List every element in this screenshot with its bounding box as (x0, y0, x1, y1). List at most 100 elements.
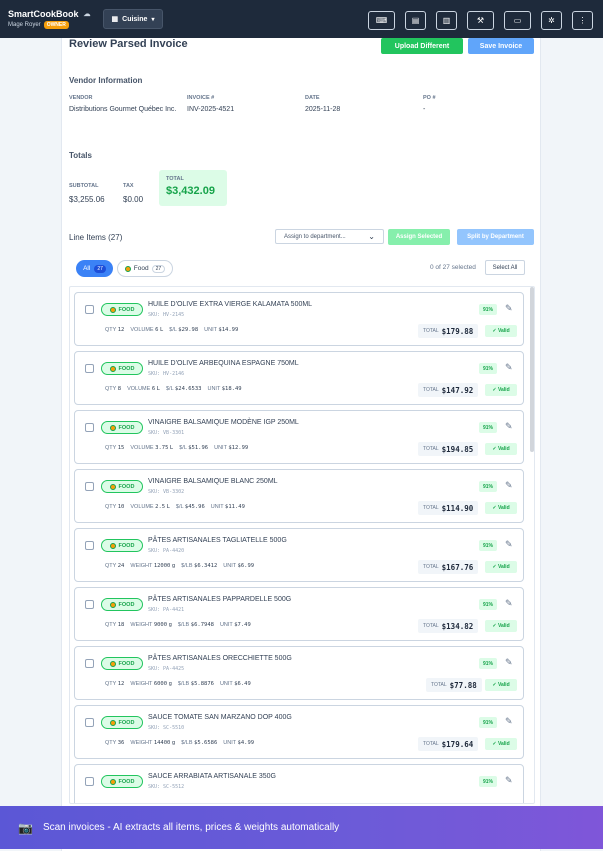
valid-status: ✓ Valid (485, 384, 517, 396)
department-label: Cuisine (122, 15, 148, 23)
assign-department-select[interactable]: Assign to department... ⌄ (275, 229, 384, 244)
item-sku: SKU: VB-3302 (148, 489, 185, 495)
item-meta: QTY 8 VOLUME 6 L $/L $24.6533 UNIT $18.4… (105, 386, 242, 392)
food-icon (109, 660, 116, 667)
food-icon (109, 719, 116, 726)
upload-different-button[interactable]: Upload Different (381, 38, 463, 54)
row-checkbox[interactable] (85, 600, 94, 609)
item-meta: QTY 12 VOLUME 6 L $/L $29.98 UNIT $14.99 (105, 327, 239, 333)
row-checkbox[interactable] (85, 541, 94, 550)
valid-status: ✓ Valid (485, 620, 517, 632)
category-badge[interactable]: FOOD (101, 716, 143, 729)
confidence-badge: 91% (479, 363, 497, 374)
line-total: TOTAL $194.85 (418, 442, 479, 456)
chevron-down-icon: ▾ (151, 16, 155, 23)
line-item-row: FOOD HUILE D'OLIVE ARBEQUINA ESPAGNE 750… (74, 351, 524, 405)
food-icon (109, 778, 116, 785)
food-icon (109, 306, 116, 313)
edit-icon[interactable]: ✎ (505, 716, 513, 727)
row-checkbox[interactable] (85, 364, 94, 373)
row-checkbox[interactable] (85, 305, 94, 314)
confidence-badge: 91% (479, 658, 497, 669)
item-name: VINAIGRE BALSAMIQUE BLANC 250ML (148, 478, 278, 485)
department-switcher[interactable]: ▦ Cuisine ▾ (102, 9, 164, 29)
valid-status: ✓ Valid (485, 325, 517, 337)
edit-icon[interactable]: ✎ (505, 539, 513, 550)
item-name: PÂTES ARTISANALES TAGLIATELLE 500G (148, 537, 287, 544)
vendor-section-label: Vendor Information (69, 76, 143, 85)
filter-food-chip[interactable]: Food 27 (117, 260, 173, 277)
confidence-badge: 91% (479, 422, 497, 433)
category-badge[interactable]: FOOD (101, 657, 143, 670)
assign-selected-button[interactable]: Assign Selected (388, 229, 450, 245)
food-icon (109, 424, 116, 431)
valid-status: ✓ Valid (485, 561, 517, 573)
row-checkbox[interactable] (85, 659, 94, 668)
row-checkbox[interactable] (85, 423, 94, 432)
document-icon[interactable]: ▤ (405, 11, 426, 30)
settings-icon[interactable]: ✲ (541, 11, 562, 30)
row-checkbox[interactable] (85, 718, 94, 727)
valid-status: ✓ Valid (485, 443, 517, 455)
line-total: TOTAL $167.76 (418, 560, 479, 574)
category-badge[interactable]: FOOD (101, 362, 143, 375)
line-item-row: FOOD HUILE D'OLIVE EXTRA VIERGE KALAMATA… (74, 292, 524, 346)
line-item-row: FOOD SAUCE ARRABIATA ARTISANALE 350G SKU… (74, 764, 524, 803)
item-sku: SKU: PA-4425 (148, 666, 185, 672)
vendor-field: VENDOR Distributions Gourmet Québec Inc. (69, 95, 177, 113)
line-item-row: FOOD PÂTES ARTISANALES TAGLIATELLE 500G … (74, 528, 524, 582)
food-icon (124, 265, 131, 272)
category-badge[interactable]: FOOD (101, 421, 143, 434)
category-badge[interactable]: FOOD (101, 775, 143, 788)
category-badge[interactable]: FOOD (101, 480, 143, 493)
line-item-row: FOOD SAUCE TOMATE SAN MARZANO DOP 400G S… (74, 705, 524, 759)
valid-status: ✓ Valid (485, 738, 517, 750)
food-icon (109, 601, 116, 608)
item-sku: SKU: SC-5510 (148, 725, 185, 731)
edit-icon[interactable]: ✎ (505, 303, 513, 314)
row-checkbox[interactable] (85, 777, 94, 786)
role-badge: OWNER (43, 21, 69, 29)
more-menu-icon[interactable]: ⋮ (572, 11, 593, 30)
brand: SmartCookBook ☁ Mage Royer OWNER (8, 9, 91, 29)
food-icon (109, 483, 116, 490)
edit-icon[interactable]: ✎ (505, 598, 513, 609)
item-meta: QTY 36 WEIGHT 14400 g $/LB $5.6586 UNIT … (105, 740, 255, 746)
monitor-icon[interactable]: ▭ (504, 11, 531, 30)
edit-icon[interactable]: ✎ (505, 362, 513, 373)
line-item-row: FOOD PÂTES ARTISANALES PAPPARDELLE 500G … (74, 587, 524, 641)
edit-icon[interactable]: ✎ (505, 480, 513, 491)
split-by-department-button[interactable]: Split by Department (457, 229, 534, 245)
food-icon (109, 365, 116, 372)
category-badge[interactable]: FOOD (101, 598, 143, 611)
item-sku: SKU: SC-5512 (148, 784, 185, 790)
invoice-icon[interactable]: ▥ (436, 11, 457, 30)
select-all-button[interactable]: Select All (485, 260, 525, 275)
totals-section-label: Totals (69, 151, 92, 160)
confidence-badge: 91% (479, 599, 497, 610)
valid-status: ✓ Valid (485, 679, 517, 691)
confidence-badge: 91% (479, 481, 497, 492)
line-item-row: FOOD VINAIGRE BALSAMIQUE MODÈNE IGP 250M… (74, 410, 524, 464)
selection-count: 0 of 27 selected (430, 264, 476, 271)
item-meta: QTY 12 WEIGHT 6000 g $/LB $5.8876 UNIT $… (105, 681, 251, 687)
category-badge[interactable]: FOOD (101, 539, 143, 552)
edit-icon[interactable]: ✎ (505, 657, 513, 668)
tools-icon[interactable]: ⚒ (467, 11, 494, 30)
edit-icon[interactable]: ✎ (505, 421, 513, 432)
promo-banner: 📷 Scan invoices - AI extracts all items,… (0, 806, 603, 849)
confidence-badge: 91% (479, 776, 497, 787)
line-item-row: FOOD PÂTES ARTISANALES ORECCHIETTE 500G … (74, 646, 524, 700)
edit-icon[interactable]: ✎ (505, 775, 513, 786)
tax-field: TAX $0.00 (123, 183, 144, 204)
save-invoice-button[interactable]: Save Invoice (468, 38, 534, 54)
item-name: SAUCE ARRABIATA ARTISANALE 350G (148, 773, 276, 780)
item-sku: SKU: HV-2145 (148, 312, 185, 318)
row-checkbox[interactable] (85, 482, 94, 491)
filter-all-chip[interactable]: All 27 (76, 260, 113, 277)
keyboard-icon[interactable]: ⌨ (368, 11, 395, 30)
line-items-list[interactable]: FOOD HUILE D'OLIVE EXTRA VIERGE KALAMATA… (69, 286, 535, 804)
item-sku: SKU: PA-4421 (148, 607, 185, 613)
category-badge[interactable]: FOOD (101, 303, 143, 316)
list-scrollbar[interactable] (530, 287, 534, 452)
